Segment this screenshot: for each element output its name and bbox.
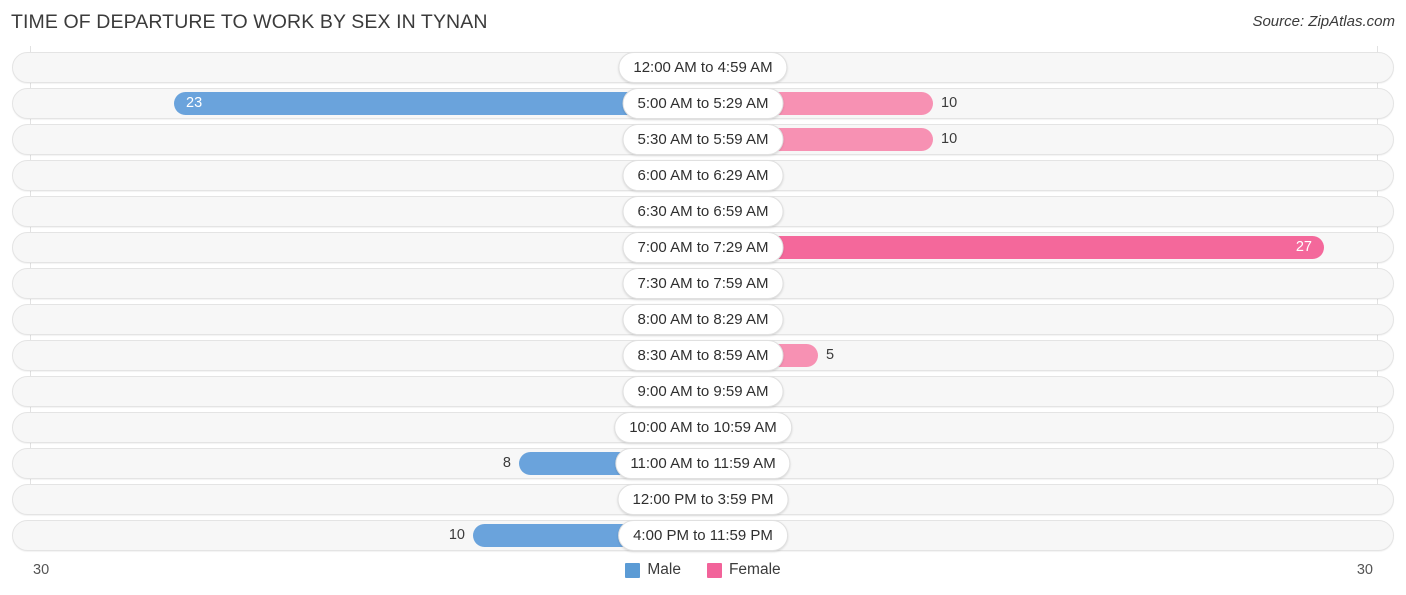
- chart-row: 0277:00 AM to 7:29 AM: [0, 230, 1406, 266]
- category-label-pill: 12:00 AM to 4:59 AM: [618, 52, 788, 83]
- chart-rows: 0012:00 AM to 4:59 AM 23 10 5:00 AM to 5:29…: [0, 50, 1406, 554]
- chart-row: 0010:00 AM to 10:59 AM: [0, 410, 1406, 446]
- chart-plot-area: 0012:00 AM to 4:59 AM 23 10 5:00 AM to 5:29…: [0, 46, 1406, 554]
- bar-value-female: 5: [826, 347, 835, 363]
- chart-header: TIME OF DEPARTURE TO WORK BY SEX IN TYNA…: [0, 0, 1406, 46]
- category-label-pill: 9:00 AM to 9:59 AM: [622, 376, 784, 407]
- chart-row: 009:00 AM to 9:59 AM: [0, 374, 1406, 410]
- category-label-pill: 11:00 AM to 11:59 AM: [615, 448, 791, 479]
- category-label-pill: 6:30 AM to 6:59 AM: [622, 196, 784, 227]
- category-label-pill: 12:00 PM to 3:59 PM: [617, 484, 789, 515]
- chart-legend: Male Female: [0, 561, 1406, 579]
- square-swatch-icon: [706, 562, 722, 578]
- chart-row: 0012:00 AM to 4:59 AM: [0, 50, 1406, 86]
- legend-item-male[interactable]: Male: [625, 561, 681, 579]
- chart-page: TIME OF DEPARTURE TO WORK BY SEX IN TYNA…: [0, 0, 1406, 595]
- category-label-pill: 6:00 AM to 6:29 AM: [622, 160, 784, 191]
- chart-row: 0105:30 AM to 5:59 AM: [0, 122, 1406, 158]
- category-label-pill: 4:00 PM to 11:59 PM: [618, 520, 788, 551]
- category-label-pill: 7:00 AM to 7:29 AM: [622, 232, 784, 263]
- chart-row: 8011:00 AM to 11:59 AM: [0, 446, 1406, 482]
- bar-female[interactable]: [703, 236, 1324, 259]
- category-label-pill: 5:30 AM to 5:59 AM: [622, 124, 784, 155]
- chart-row: 007:30 AM to 7:59 AM: [0, 266, 1406, 302]
- legend-label: Female: [728, 561, 781, 578]
- chart-row: 006:30 AM to 6:59 AM: [0, 194, 1406, 230]
- category-label-pill: 5:00 AM to 5:29 AM: [622, 88, 784, 119]
- chart-row: 0012:00 PM to 3:59 PM: [0, 482, 1406, 518]
- category-label-pill: 8:00 AM to 8:29 AM: [622, 304, 784, 335]
- bar-value-male: 10: [448, 527, 465, 543]
- square-swatch-icon: [625, 562, 641, 578]
- category-label-pill: 8:30 AM to 8:59 AM: [622, 340, 784, 371]
- legend-item-female[interactable]: Female: [706, 561, 781, 579]
- bar-value-male: 23: [186, 95, 203, 111]
- source-attribution: Source: ZipAtlas.com: [1252, 13, 1395, 30]
- chart-row: 006:00 AM to 6:29 AM: [0, 158, 1406, 194]
- page-title: TIME OF DEPARTURE TO WORK BY SEX IN TYNA…: [11, 11, 488, 33]
- chart-row: 23 10 5:00 AM to 5:29 AM: [0, 86, 1406, 122]
- chart-footer: 30 30 Male Female: [0, 554, 1406, 595]
- category-label-pill: 7:30 AM to 7:59 AM: [622, 268, 784, 299]
- category-label-pill: 10:00 AM to 10:59 AM: [614, 412, 792, 443]
- chart-row: 008:00 AM to 8:29 AM: [0, 302, 1406, 338]
- bar-value-male: 8: [502, 455, 511, 471]
- chart-row: 058:30 AM to 8:59 AM: [0, 338, 1406, 374]
- chart-row: 1004:00 PM to 11:59 PM: [0, 518, 1406, 554]
- legend-label: Male: [647, 561, 681, 578]
- bar-value-female: 10: [941, 131, 958, 147]
- bar-value-female: 10: [941, 95, 958, 111]
- bar-value-female: 27: [1295, 239, 1312, 255]
